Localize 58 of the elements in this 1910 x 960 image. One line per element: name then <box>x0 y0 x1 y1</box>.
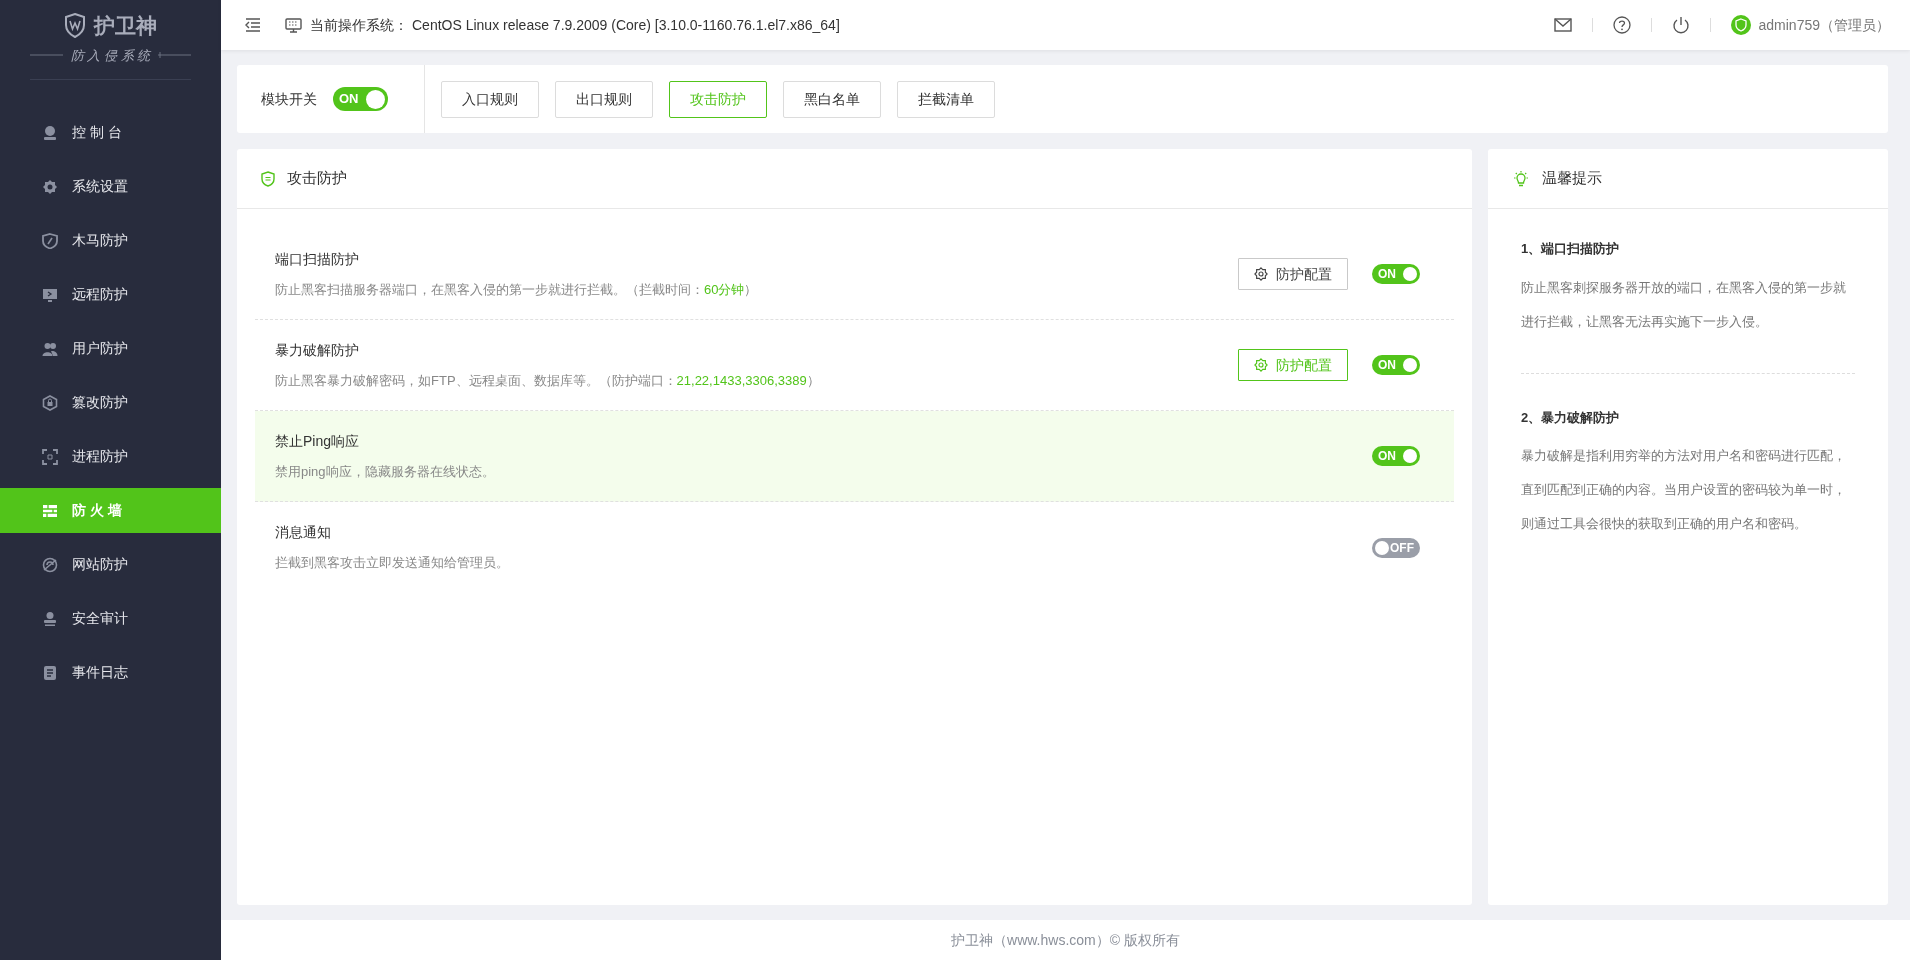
shield-icon <box>261 170 275 187</box>
tab[interactable]: 拦截清单 <box>897 80 995 118</box>
setting-title: 端口扫描防护 <box>275 249 360 269</box>
tip-heading: 2、暴力破解防护 <box>1521 408 1621 427</box>
sidebar-item[interactable]: 控 制 台 <box>0 110 221 155</box>
user-name[interactable]: admin759（管理员） <box>1758 14 1890 36</box>
tip-text: 防止黑客刺探服务器开放的端口，在黑客入侵的第一步就进行拦截，让黑客无法再实施下一步入侵。 <box>1521 278 1847 331</box>
help-icon[interactable] <box>1612 16 1631 34</box>
brick-wall-icon <box>42 502 58 519</box>
footer-copyright: 护卫神（www.hws.com）© 版权所有 <box>951 930 1180 950</box>
sidebar-item[interactable]: 事件日志 <box>0 650 221 695</box>
lock-shield-icon <box>42 394 58 411</box>
config-button[interactable]: 防护配置 <box>1238 258 1348 290</box>
setting-title: 暴力破解防护 <box>275 340 360 360</box>
document-icon <box>42 664 58 681</box>
sidebar-item[interactable]: 系统设置 <box>0 164 221 209</box>
tab[interactable]: 出口规则 <box>555 80 653 118</box>
setting-title: 消息通知 <box>275 523 332 543</box>
module-switch-label: 模块开关 <box>261 89 317 109</box>
users-icon <box>42 340 58 357</box>
mail-icon[interactable] <box>1553 18 1572 32</box>
gear-icon <box>1254 358 1268 372</box>
gear-icon <box>42 178 58 195</box>
panel-title: 攻击防护 <box>287 168 347 189</box>
sidebar-item[interactable]: 用户防护 <box>0 326 221 371</box>
lightbulb-icon <box>1512 169 1530 188</box>
os-version: CentOS Linux release 7.9.2009 (Core) [3.10.0-1160.76.1.el7.x86_64] <box>412 15 840 35</box>
monitor-icon <box>285 17 302 33</box>
sidebar-item[interactable]: 远程防护 <box>0 272 221 317</box>
decorative-line <box>158 52 191 59</box>
sidebar-item[interactable]: 进程防护 <box>0 434 221 479</box>
sidebar-item[interactable]: 网站防护 <box>0 542 221 587</box>
brand-subtitle: 防 入 侵 系 统 <box>70 46 151 65</box>
tab[interactable]: 黑白名单 <box>783 80 881 118</box>
tip-text: 暴力破解是指利用穷举的方法对用户名和密码进行匹配，直到匹配到正确的内容。当用户设置的密码较为单一时，则通过工具会很快的获取到正确的用户名和密码。 <box>1521 447 1847 533</box>
tab[interactable]: 入口规则 <box>441 80 539 118</box>
setting-title: 禁止Ping响应 <box>275 431 361 451</box>
power-icon[interactable] <box>1671 16 1690 34</box>
shield-logo-icon <box>64 13 86 39</box>
shield-icon <box>42 232 58 249</box>
setting-description: 防止黑客暴力破解密码，如FTP、远程桌面、数据库等。（防护端口：21,22,1433,3306,3389） <box>275 371 821 390</box>
sidebar-item[interactable]: 木马防护 <box>0 218 221 263</box>
menu-icon[interactable] <box>245 18 261 32</box>
setting-description: 禁用ping响应，隐藏服务器在线状态。 <box>275 462 496 481</box>
stamp-icon <box>42 610 58 627</box>
sidebar-item[interactable]: 篡改防护 <box>0 380 221 425</box>
gear-icon <box>1254 267 1268 281</box>
os-label: 当前操作系统： <box>310 15 408 35</box>
tips-title: 温馨提示 <box>1542 168 1602 189</box>
brackets-icon <box>42 448 58 465</box>
shield-avatar-icon <box>1730 15 1751 35</box>
tip-heading: 1、端口扫描防护 <box>1521 240 1621 258</box>
monitor-icon <box>42 286 58 303</box>
setting-description: 拦截到黑客攻击立即发送通知给管理员。 <box>275 554 510 573</box>
sidebar-item[interactable]: 安全审计 <box>0 596 221 641</box>
decorative-line <box>30 52 63 59</box>
brand-name: 护卫神 <box>94 13 157 39</box>
setting-description: 防止黑客扫描服务器端口，在黑客入侵的第一步就进行拦截。（拦截时间：60分钟） <box>275 280 759 299</box>
